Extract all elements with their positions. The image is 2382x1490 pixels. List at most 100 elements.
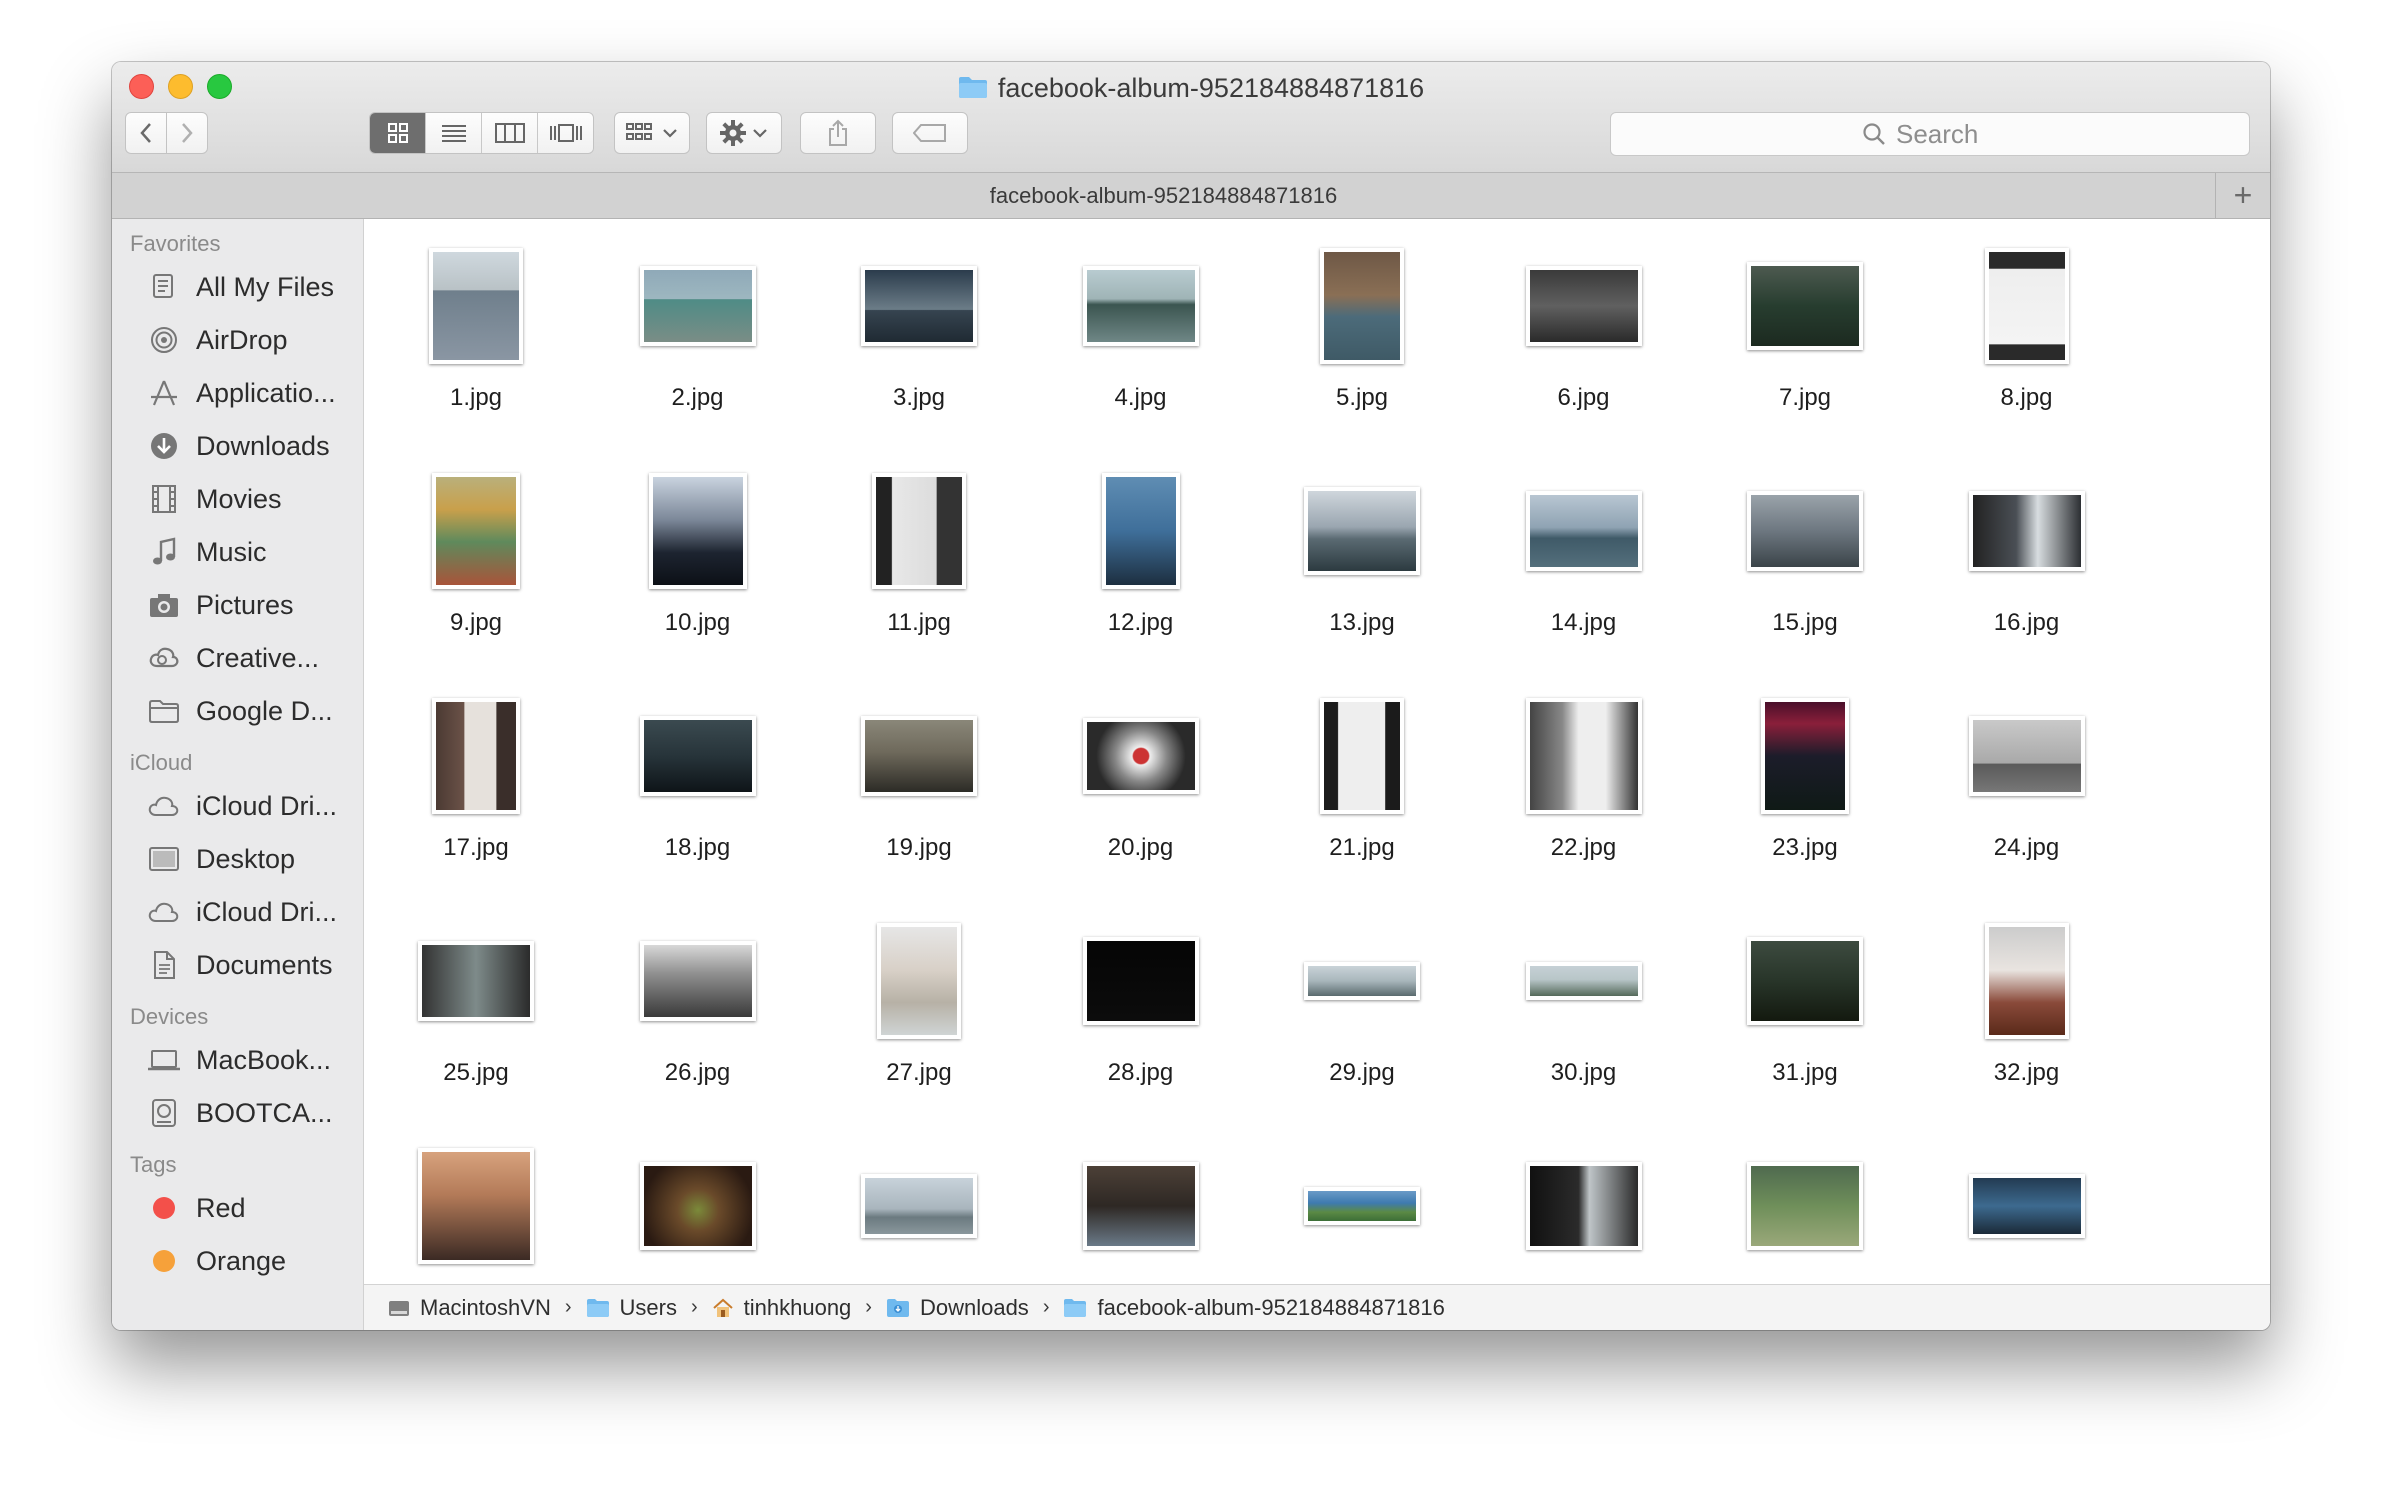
sidebar-item[interactable]: Pictures xyxy=(112,581,363,629)
file-name: 19.jpg xyxy=(886,834,952,861)
arrange-button[interactable] xyxy=(614,112,690,154)
back-button[interactable] xyxy=(125,112,167,154)
path-crumb[interactable]: Downloads xyxy=(886,1295,1029,1321)
image-thumbnail xyxy=(1525,1162,1642,1250)
file-thumbnail-container xyxy=(598,911,798,1051)
file-name: 17.jpg xyxy=(443,834,509,861)
sidebar-item[interactable]: iCloud Dri... xyxy=(112,888,363,936)
file-item[interactable] xyxy=(819,1136,1019,1285)
tab-bar: facebook-album-952184884871816 + xyxy=(112,173,2270,219)
path-separator-icon: › xyxy=(865,1296,872,1318)
file-item[interactable]: 2.jpg xyxy=(598,236,798,436)
path-crumb[interactable]: tinhkhuong xyxy=(712,1295,851,1321)
file-item[interactable]: 8.jpg xyxy=(1927,236,2127,436)
file-item[interactable]: 15.jpg xyxy=(1705,461,1905,661)
file-item[interactable]: 32.jpg xyxy=(1927,911,2127,1111)
file-name: 22.jpg xyxy=(1550,834,1617,861)
sidebar-item[interactable]: Desktop xyxy=(112,835,363,883)
file-item[interactable]: 27.jpg xyxy=(819,911,1019,1111)
file-item[interactable]: 4.jpg xyxy=(1041,236,1241,436)
file-name: 7.jpg xyxy=(1778,384,1832,411)
file-item[interactable]: 14.jpg xyxy=(1484,461,1684,661)
sidebar-item[interactable]: Documents xyxy=(112,941,363,989)
file-item[interactable]: 9.jpg xyxy=(376,461,576,661)
edit-tags-button[interactable] xyxy=(892,112,968,154)
file-item[interactable]: 7.jpg xyxy=(1705,236,1905,436)
cover-flow-view-button[interactable] xyxy=(538,113,593,153)
path-crumb[interactable]: Users xyxy=(586,1295,677,1321)
file-item[interactable]: 22.jpg xyxy=(1484,686,1684,886)
sidebar-item[interactable]: Google D... xyxy=(112,687,363,735)
sidebar-item[interactable]: All My Files xyxy=(112,263,363,311)
file-item[interactable] xyxy=(1705,1136,1905,1285)
chevron-left-icon xyxy=(140,123,151,143)
sidebar-item[interactable]: AirDrop xyxy=(112,316,363,364)
sidebar-item[interactable]: BOOTCA... xyxy=(112,1089,363,1137)
image-thumbnail xyxy=(1304,487,1420,575)
search-input[interactable] xyxy=(1894,117,1998,151)
tag-icon xyxy=(913,124,946,142)
file-item[interactable]: 31.jpg xyxy=(1705,911,1905,1111)
file-item[interactable]: 17.jpg xyxy=(376,686,576,886)
tab-current[interactable]: facebook-album-952184884871816 xyxy=(112,173,2216,218)
file-item[interactable]: 26.jpg xyxy=(598,911,798,1111)
action-button[interactable] xyxy=(706,112,782,154)
grid-icon xyxy=(387,123,408,143)
sidebar-item[interactable]: Red xyxy=(112,1184,363,1232)
file-name: 24.jpg xyxy=(1993,834,2060,861)
sidebar-item-label: BOOTCA... xyxy=(196,1097,333,1128)
image-thumbnail xyxy=(1984,923,2069,1039)
search-field[interactable] xyxy=(1610,112,2250,156)
list-view-button[interactable] xyxy=(426,113,482,153)
file-item[interactable] xyxy=(1484,1136,1684,1285)
file-item[interactable]: 12.jpg xyxy=(1041,461,1241,661)
file-item[interactable]: 5.jpg xyxy=(1262,236,1462,436)
sidebar-item-label: Music xyxy=(196,536,267,567)
file-item[interactable]: 28.jpg xyxy=(1041,911,1241,1111)
sidebar-item-label: Downloads xyxy=(196,430,330,461)
file-item[interactable]: 18.jpg xyxy=(598,686,798,886)
sidebar-section-header: Tags xyxy=(130,1152,177,1177)
path-separator-icon: › xyxy=(564,1296,572,1318)
sidebar-item[interactable]: Movies xyxy=(112,475,363,523)
sidebar-item[interactable]: Orange xyxy=(112,1237,363,1285)
new-tab-button[interactable]: + xyxy=(2216,173,2270,218)
sidebar-item[interactable]: Music xyxy=(112,528,363,576)
forward-button[interactable] xyxy=(166,112,208,154)
file-name: 8.jpg xyxy=(2000,384,2053,411)
sidebar-item[interactable]: Downloads xyxy=(112,422,363,470)
share-button[interactable] xyxy=(800,112,876,154)
file-item[interactable]: 24.jpg xyxy=(1927,686,2127,886)
file-item[interactable] xyxy=(598,1136,798,1285)
icon-view-button[interactable] xyxy=(370,113,426,153)
sidebar-item[interactable]: Applicatio... xyxy=(112,369,363,417)
file-item[interactable]: 1.jpg xyxy=(376,236,576,436)
sidebar-item[interactable]: Creative... xyxy=(112,634,363,682)
column-view-button[interactable] xyxy=(482,113,538,153)
file-item[interactable]: 6.jpg xyxy=(1484,236,1684,436)
file-item[interactable]: 16.jpg xyxy=(1927,461,2127,661)
file-item[interactable]: 11.jpg xyxy=(819,461,1019,661)
laptop-icon xyxy=(146,1042,182,1078)
file-thumbnail-container xyxy=(1041,911,1241,1051)
file-item[interactable]: 20.jpg xyxy=(1041,686,1241,886)
file-item[interactable]: 19.jpg xyxy=(819,686,1019,886)
file-item[interactable]: 23.jpg xyxy=(1705,686,1905,886)
file-item[interactable] xyxy=(376,1136,576,1285)
path-crumb[interactable]: facebook-album-952184884871816 xyxy=(1063,1295,1445,1321)
file-item[interactable]: 29.jpg xyxy=(1262,911,1462,1111)
file-item[interactable]: 13.jpg xyxy=(1262,461,1462,661)
file-item[interactable] xyxy=(1041,1136,1241,1285)
file-item[interactable]: 30.jpg xyxy=(1484,911,1684,1111)
image-thumbnail xyxy=(1761,698,1849,814)
file-item[interactable] xyxy=(1927,1136,2127,1285)
file-item[interactable] xyxy=(1262,1136,1462,1285)
file-item[interactable]: 10.jpg xyxy=(598,461,798,661)
file-item[interactable]: 25.jpg xyxy=(376,911,576,1111)
path-crumb[interactable]: MacintoshVN xyxy=(388,1295,551,1321)
sidebar-item[interactable]: MacBook... xyxy=(112,1036,363,1084)
sidebar-item[interactable]: iCloud Dri... xyxy=(112,782,363,830)
image-thumbnail xyxy=(1320,698,1404,814)
file-item[interactable]: 21.jpg xyxy=(1262,686,1462,886)
file-item[interactable]: 3.jpg xyxy=(819,236,1019,436)
